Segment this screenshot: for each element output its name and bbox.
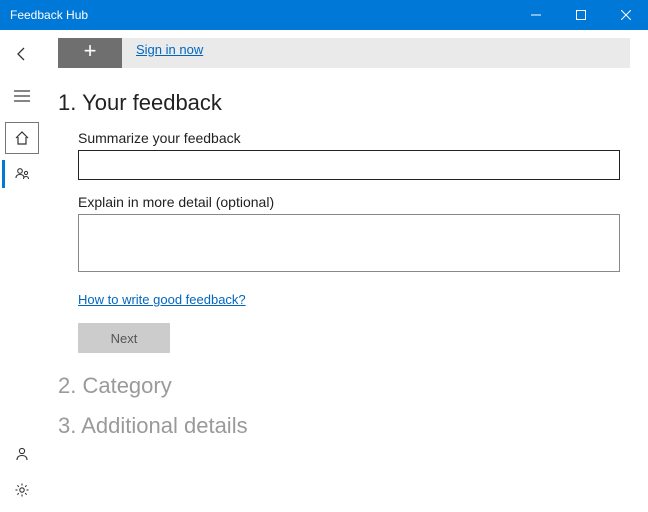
step-2-heading: 2. Category xyxy=(58,373,630,399)
summary-input[interactable] xyxy=(78,150,620,180)
window-controls xyxy=(513,0,648,30)
nav-feedback[interactable] xyxy=(2,156,42,192)
signin-avatar-placeholder: + xyxy=(58,38,122,68)
step-1-heading: 1. Your feedback xyxy=(58,90,630,116)
nav-profile[interactable] xyxy=(2,436,42,472)
person-icon xyxy=(14,446,30,462)
title-bar: Feedback Hub xyxy=(0,0,648,30)
close-button[interactable] xyxy=(603,0,648,30)
hamburger-button[interactable] xyxy=(2,78,42,114)
step-1-section: 1. Your feedback Summarize your feedback… xyxy=(58,90,630,353)
main-content: + Sign in now 1. Your feedback Summarize… xyxy=(44,30,648,512)
next-button-label: Next xyxy=(111,331,138,346)
signin-link[interactable]: Sign in now xyxy=(136,42,203,57)
detail-input[interactable] xyxy=(78,214,620,272)
home-icon xyxy=(14,130,30,146)
step-3-heading: 3. Additional details xyxy=(58,413,630,439)
back-button[interactable] xyxy=(2,36,42,72)
minimize-button[interactable] xyxy=(513,0,558,30)
summary-label: Summarize your feedback xyxy=(78,130,630,146)
nav-settings[interactable] xyxy=(2,472,42,508)
feedback-icon xyxy=(14,166,30,182)
signin-banner: + Sign in now xyxy=(58,38,630,68)
detail-label: Explain in more detail (optional) xyxy=(78,194,630,210)
window-title: Feedback Hub xyxy=(10,8,513,22)
plus-icon: + xyxy=(84,38,97,64)
nav-rail xyxy=(0,30,44,512)
maximize-button[interactable] xyxy=(558,0,603,30)
next-button[interactable]: Next xyxy=(78,323,170,353)
help-link[interactable]: How to write good feedback? xyxy=(78,292,246,307)
nav-home[interactable] xyxy=(5,122,39,154)
gear-icon xyxy=(14,482,30,498)
